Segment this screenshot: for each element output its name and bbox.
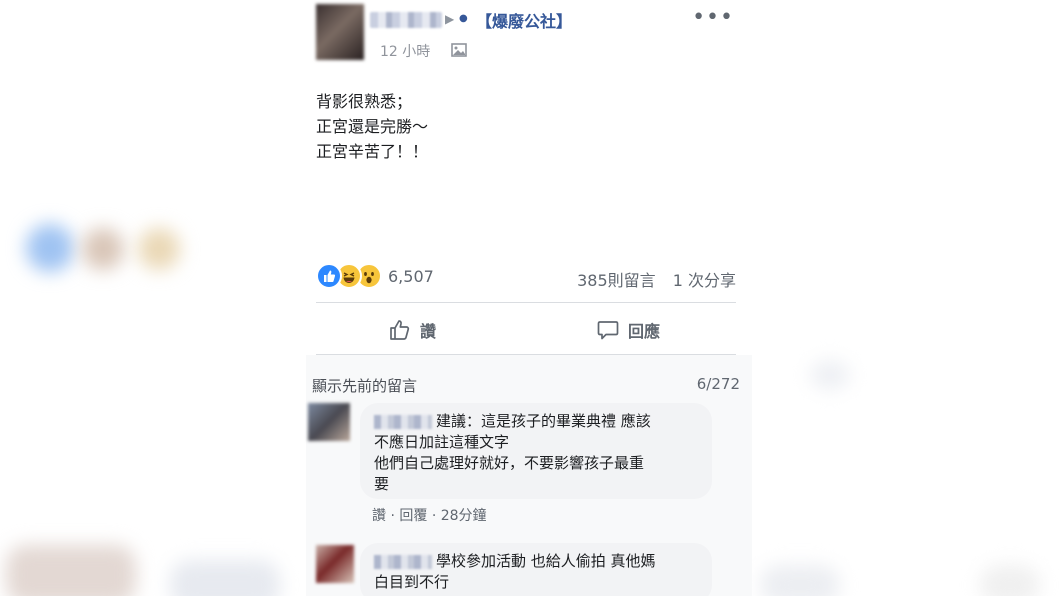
comment-actions: 讚 · 回覆 · 28分鐘 xyxy=(372,508,487,524)
comment-reply-link[interactable]: 回覆 xyxy=(399,508,427,524)
blurred-background-blob xyxy=(26,224,74,272)
reaction-summary[interactable]: 6,507 xyxy=(316,263,434,289)
comments-pagination-count: 6/272 xyxy=(696,375,740,393)
post-card: ▶ ● 【爆廢公社】 ••• 12 小時 背影很熟悉； 正宮還是完勝～ 正宮辛苦… xyxy=(306,0,752,596)
commenter-name-blurred[interactable] xyxy=(374,554,432,569)
commenter-name-blurred[interactable] xyxy=(374,414,432,429)
blurred-background-blob xyxy=(760,565,840,596)
speech-bubble-icon xyxy=(597,321,619,340)
more-options-button[interactable]: ••• xyxy=(692,5,734,30)
like-icon xyxy=(316,263,342,289)
comment-line: 白目到不行 xyxy=(374,573,450,591)
post-message: 背影很熟悉； 正宮還是完勝～ 正宮辛苦了！！ xyxy=(316,89,428,164)
group-name-link[interactable]: 【爆廢公社】 xyxy=(476,8,572,32)
poster-avatar[interactable] xyxy=(316,4,364,60)
blurred-background-blob xyxy=(6,545,136,596)
post-line: 正宮還是完勝～ xyxy=(316,117,429,136)
comment-line: 建議：這是孩子的畢業典禮 應該 xyxy=(374,411,698,432)
thumbs-up-icon xyxy=(390,320,410,340)
post-timestamp[interactable]: 12 小時 xyxy=(380,41,430,61)
blurred-background-blob xyxy=(980,565,1040,596)
audience-photo-icon xyxy=(451,43,467,57)
like-button[interactable]: 讚 xyxy=(388,315,436,345)
post-line: 正宮辛苦了！！ xyxy=(316,142,429,161)
comment-line: 不應日加註這種文字 xyxy=(374,433,510,451)
blurred-background-blob xyxy=(138,228,180,270)
bullet-dot-icon: ● xyxy=(459,13,468,24)
comment-bubble: 學校參加活動 也給人偷拍 真他媽 白目到不行 xyxy=(360,543,712,596)
comment-button-label: 回應 xyxy=(628,322,661,341)
comment-bubble: 建議：這是孩子的畢業典禮 應該 不應日加註這種文字 他們自己處理好就好，不要影響… xyxy=(360,403,712,499)
comment-button[interactable]: 回應 xyxy=(596,315,660,345)
comment-line: 學校參加活動 也給人偷拍 真他媽 xyxy=(374,551,698,572)
commenter-avatar[interactable] xyxy=(308,403,350,441)
blurred-background-blob xyxy=(170,560,280,596)
comments-section: 顯示先前的留言 6/272 建議：這是孩子的畢業典禮 應該 不應日加註這種文字 … xyxy=(306,355,752,596)
comment-line: 要 xyxy=(374,475,390,493)
comment-time[interactable]: 28分鐘 xyxy=(441,508,487,524)
screenshot-stage: ▶ ● 【爆廢公社】 ••• 12 小時 背影很熟悉； 正宮還是完勝～ 正宮辛苦… xyxy=(0,0,1060,596)
comment-count-link[interactable]: 385則留言 xyxy=(577,271,656,290)
poster-name-blurred[interactable] xyxy=(370,12,442,28)
like-button-label: 讚 xyxy=(420,322,437,341)
post-stats: 385則留言 1 次分享 xyxy=(565,267,736,291)
blurred-background-blob xyxy=(82,228,124,270)
caret-right-icon: ▶ xyxy=(445,12,455,26)
post-line: 背影很熟悉； xyxy=(316,92,413,111)
share-count-link[interactable]: 1 次分享 xyxy=(673,271,736,290)
view-previous-comments-link[interactable]: 顯示先前的留言 xyxy=(312,375,417,396)
commenter-avatar[interactable] xyxy=(316,545,354,583)
comment-like-link[interactable]: 讚 xyxy=(372,508,386,524)
comment-line: 他們自己處理好就好，不要影響孩子最重 xyxy=(374,454,645,472)
reaction-count: 6,507 xyxy=(388,266,434,286)
divider xyxy=(316,302,736,303)
blurred-background-blob xyxy=(810,360,850,390)
